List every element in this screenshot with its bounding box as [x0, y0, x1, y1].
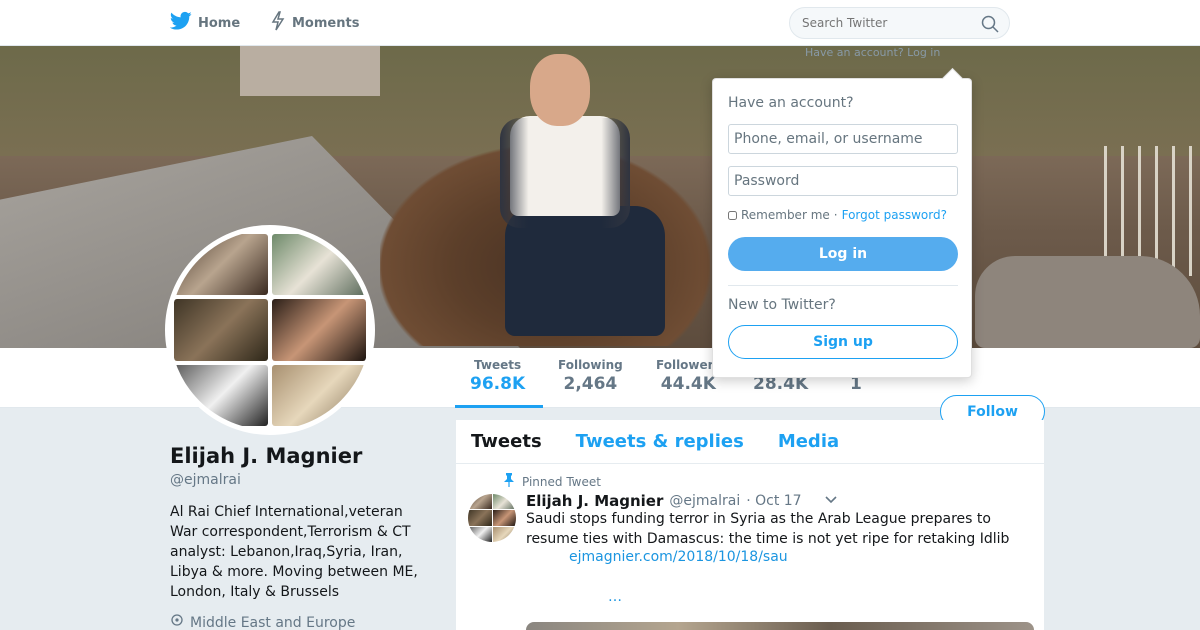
profile-bio: Al Rai Chief International,veteran War c… — [170, 504, 418, 600]
stat-value: 2,464 — [563, 374, 618, 394]
profile-handle[interactable]: @ejmalrai — [170, 472, 241, 488]
new-to-twitter-label: New to Twitter? — [728, 297, 836, 313]
location-text: Middle East and Europe — [190, 615, 356, 630]
profile-location: Middle East and Europe — [170, 614, 355, 630]
log-in-button[interactable]: Log in — [728, 237, 958, 271]
tweet-text: Saudi stops funding terror in Syria as t… — [526, 511, 1010, 547]
forgot-password-link[interactable]: Forgot password? — [842, 208, 947, 222]
stat-label: Tweets — [474, 358, 522, 372]
stat-label: Followers — [656, 358, 721, 372]
sign-up-button[interactable]: Sign up — [728, 325, 958, 359]
timeline-tabs: Tweets Tweets & replies Media — [456, 420, 1044, 464]
tweet-media-image[interactable] — [526, 622, 1034, 630]
search-box[interactable] — [789, 7, 1010, 39]
stat-followers[interactable]: Followers 44.4K — [656, 358, 721, 394]
twitter-bird-icon — [169, 11, 192, 35]
stat-label: Following — [558, 358, 623, 372]
nav-home[interactable]: Home — [169, 0, 241, 46]
username-field[interactable] — [728, 124, 958, 154]
stat-value: 96.8K — [470, 374, 526, 394]
dropdown-divider — [728, 285, 958, 286]
nav-moments-label: Moments — [292, 15, 360, 31]
tweet-avatar[interactable] — [468, 494, 516, 542]
password-field[interactable] — [728, 166, 958, 196]
tweet-link[interactable]: ejmagnier.com/2018/10/18/sau — [569, 549, 788, 565]
tab-media[interactable]: Media — [778, 431, 839, 452]
remember-me-label[interactable]: Remember me — [741, 208, 830, 222]
stat-following[interactable]: Following 2,464 — [558, 358, 623, 394]
location-pin-icon — [170, 614, 184, 630]
top-nav-bar: Home Moments — [0, 0, 1200, 46]
tweet-date[interactable]: · Oct 17 — [746, 493, 801, 509]
remember-row: Remember me · Forgot password? — [728, 208, 947, 222]
login-dropdown: Have an account? Remember me · Forgot pa… — [712, 78, 972, 378]
tweet-author-name[interactable]: Elijah J. Magnier — [526, 492, 663, 510]
stat-tweets[interactable]: Tweets 96.8K — [470, 358, 525, 394]
chevron-down-icon[interactable] — [824, 493, 838, 509]
pinned-label: Pinned Tweet — [522, 474, 601, 489]
tweet-header: Elijah J. Magnier @ejmalrai · Oct 17 — [526, 492, 838, 510]
remember-me-checkbox[interactable] — [728, 210, 737, 220]
active-stat-underline — [455, 405, 543, 408]
pin-icon — [504, 473, 514, 490]
nav-moments[interactable]: Moments — [270, 0, 359, 46]
profile-name[interactable]: Elijah J. Magnier — [170, 444, 362, 468]
stat-value: 44.4K — [660, 374, 716, 394]
pinned-tweet[interactable]: Pinned Tweet Elijah J. Magnier @ejmalrai… — [456, 464, 1044, 630]
pinned-label-row: Pinned Tweet — [504, 473, 601, 490]
avatar[interactable] — [165, 225, 375, 435]
timeline: Tweets Tweets & replies Media Pinned Twe… — [456, 420, 1044, 630]
tab-tweets[interactable]: Tweets — [471, 431, 542, 452]
signin-hint[interactable]: Have an account? Log in — [805, 46, 940, 59]
nav-home-label: Home — [198, 15, 241, 31]
tweet-author-handle[interactable]: @ejmalrai — [669, 493, 740, 509]
tweet-link-ellipsis[interactable]: … — [608, 589, 622, 605]
separator-dot: · — [833, 208, 838, 222]
login-title: Have an account? — [728, 95, 854, 111]
search-icon[interactable] — [981, 15, 999, 36]
tab-tweets-replies[interactable]: Tweets & replies — [576, 431, 744, 452]
search-input[interactable] — [802, 16, 972, 30]
lightning-icon — [270, 11, 286, 35]
